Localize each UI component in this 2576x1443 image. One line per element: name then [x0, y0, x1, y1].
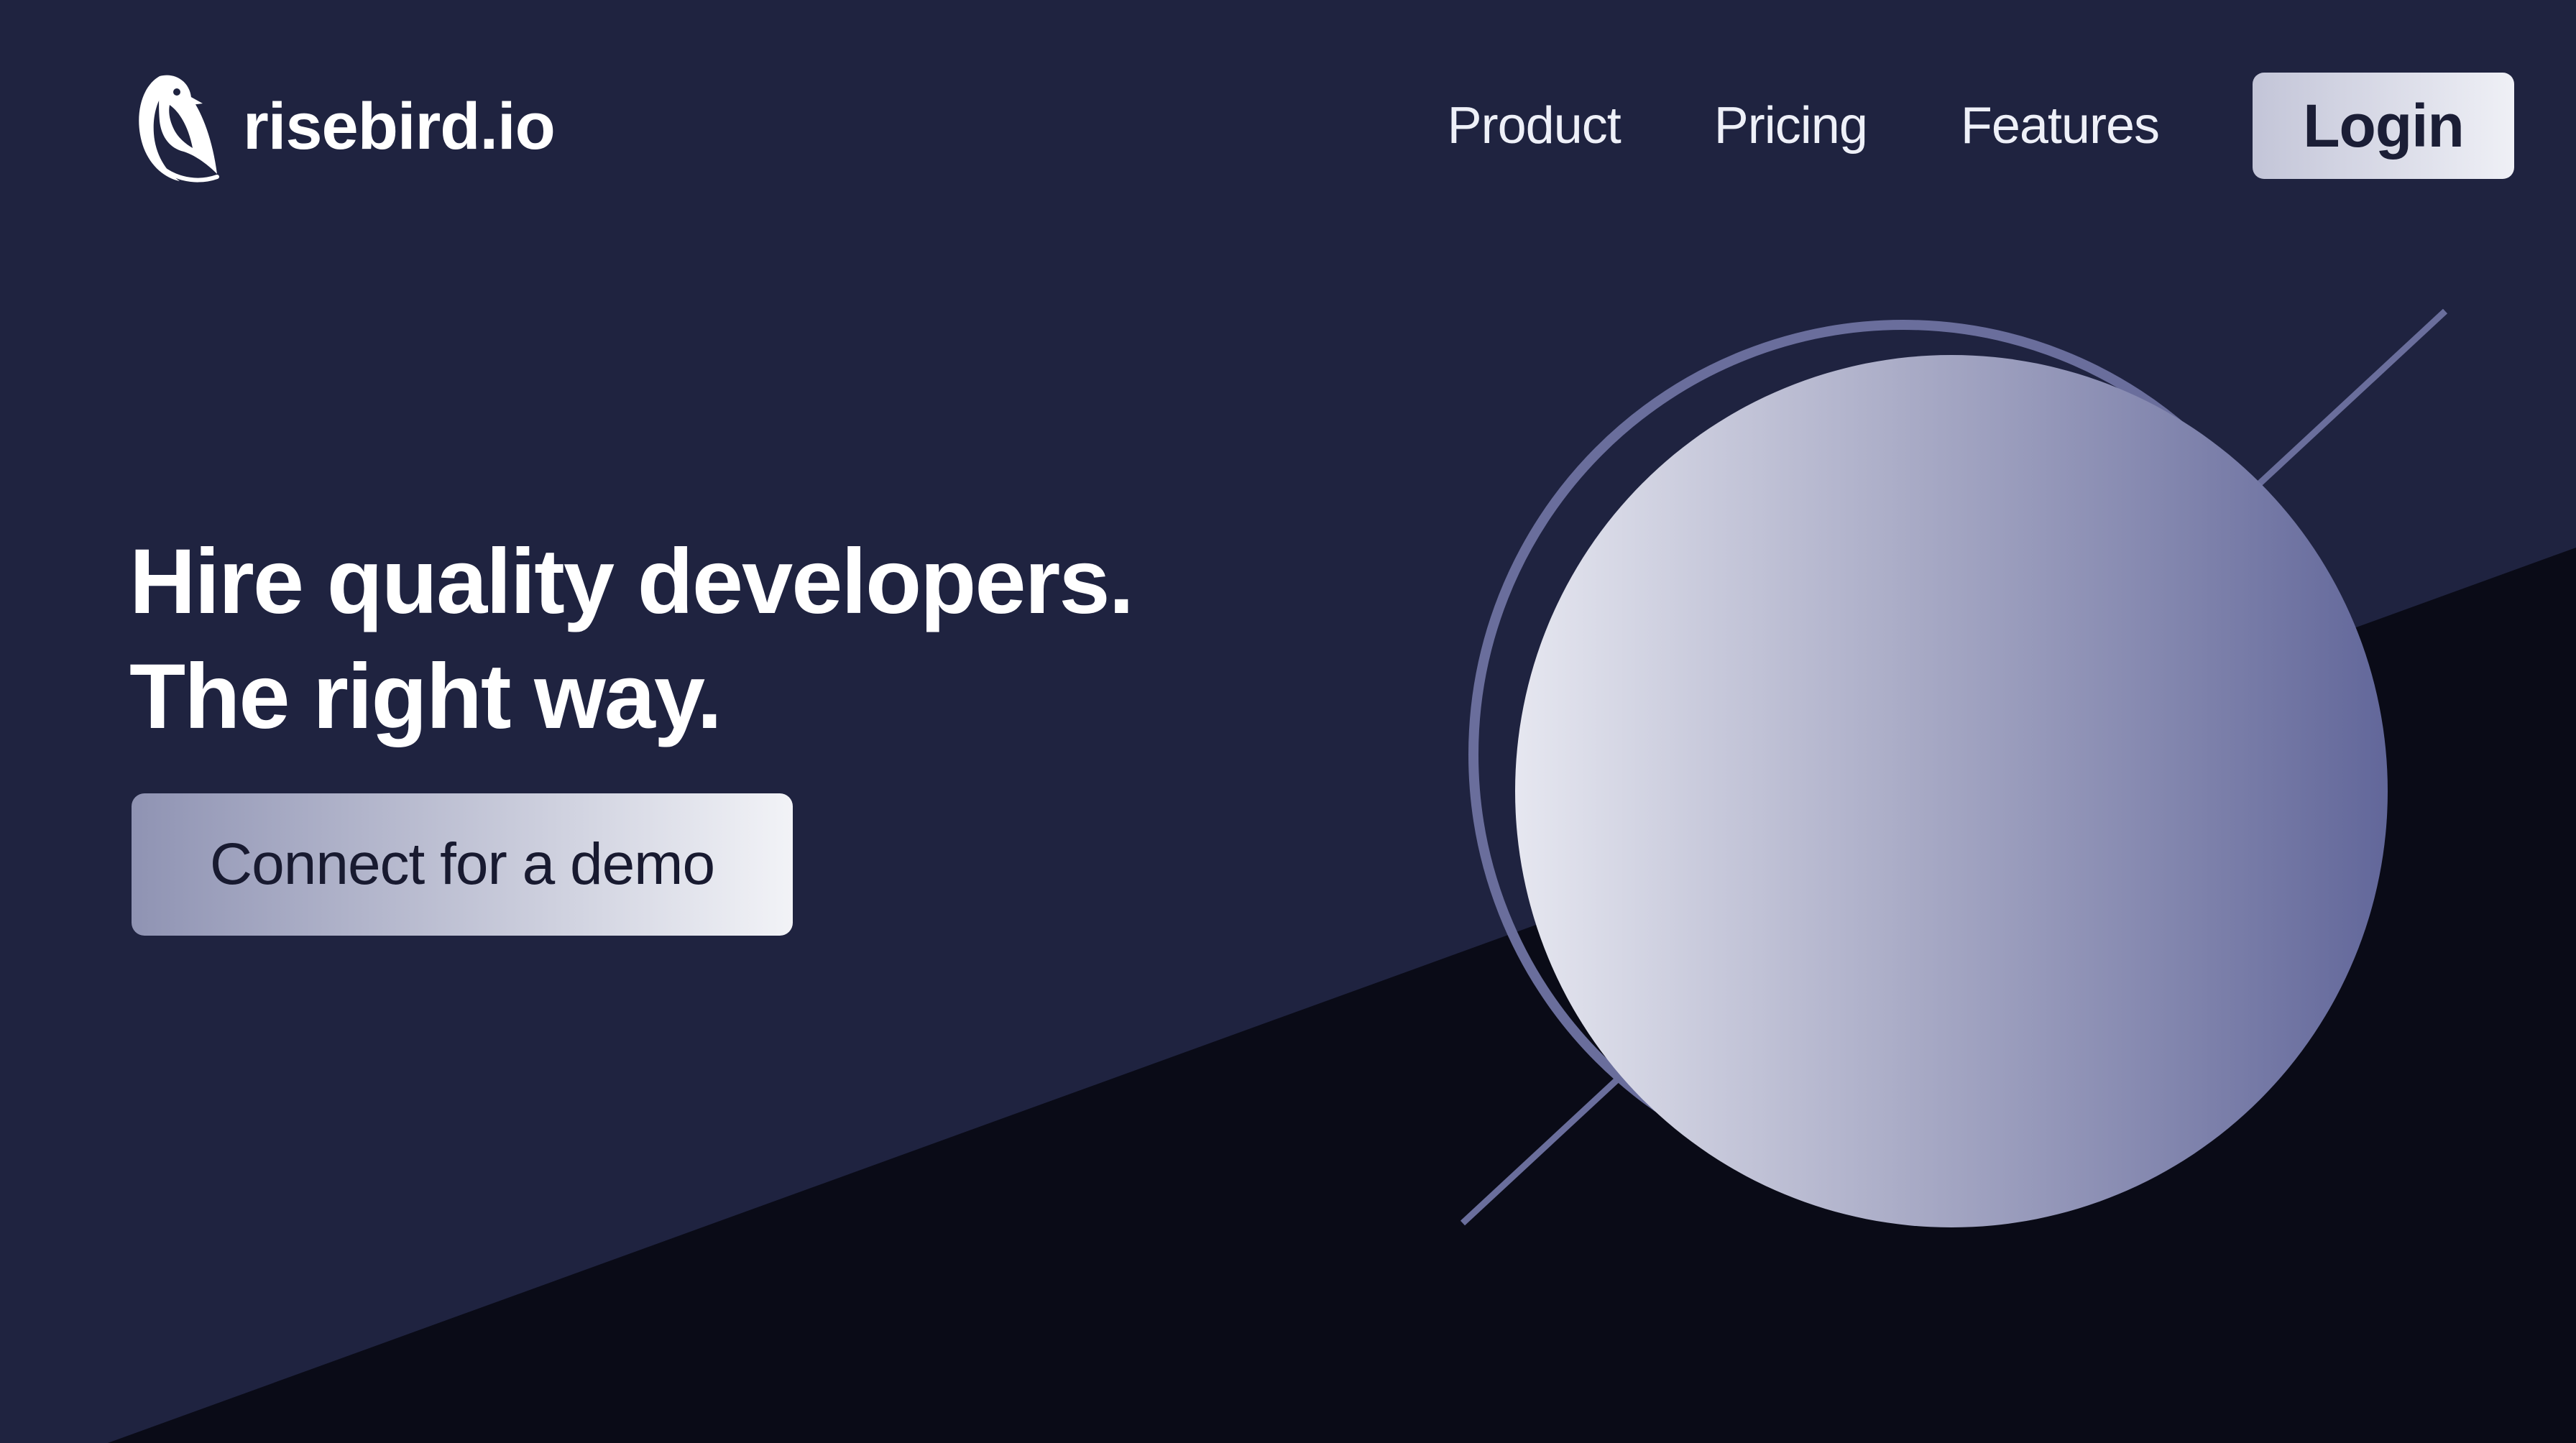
brand-logo[interactable]: risebird.io: [128, 69, 556, 184]
nav-link-pricing[interactable]: Pricing: [1714, 96, 1868, 155]
bird-icon: [128, 69, 221, 184]
main-nav: Product Pricing Features Login: [1448, 72, 2514, 180]
gradient-sphere: [1515, 355, 2388, 1227]
headline-line-1: Hire quality developers.: [129, 530, 1134, 633]
nav-link-product[interactable]: Product: [1448, 96, 1622, 155]
nav-link-features[interactable]: Features: [1961, 96, 2160, 155]
connect-demo-button[interactable]: Connect for a demo: [132, 793, 793, 936]
login-button[interactable]: Login: [2253, 73, 2514, 179]
headline-line-2: The right way.: [129, 645, 722, 748]
brand-name: risebird.io: [243, 89, 556, 163]
hero-headline: Hire quality developers. The right way.: [129, 525, 1134, 755]
